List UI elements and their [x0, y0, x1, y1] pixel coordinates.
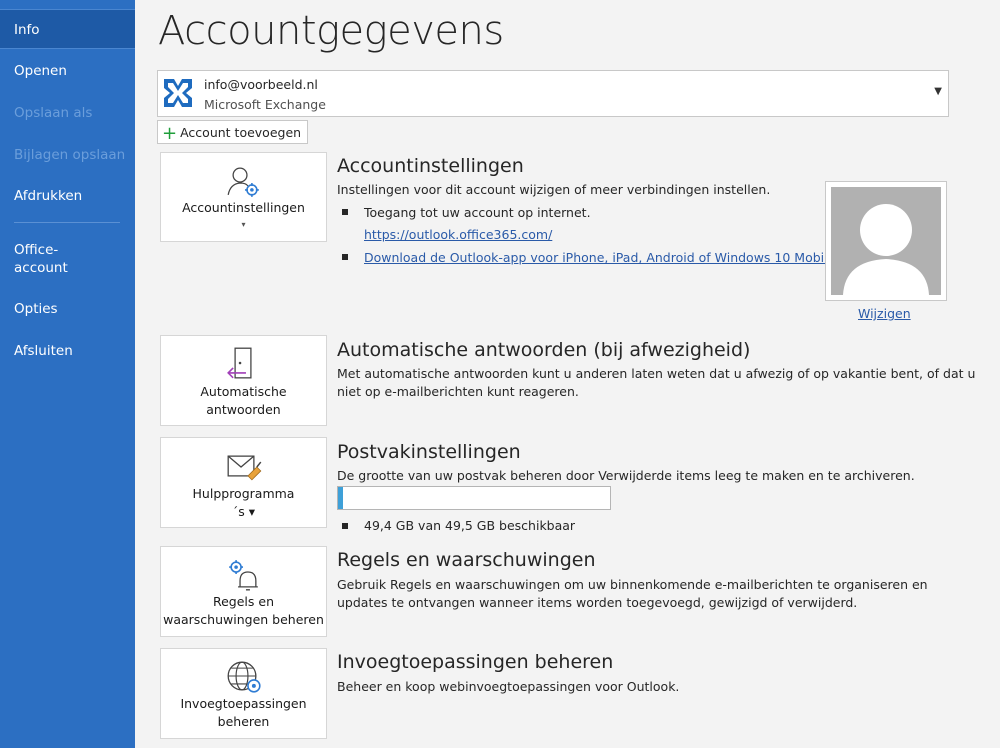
- auto-reply-label-2: antwoorden: [206, 402, 281, 417]
- mailbox-tools-label-2: ´s ▾: [231, 504, 255, 519]
- download-app-link[interactable]: Download de Outlook-app voor iPhone, iPa…: [364, 249, 839, 267]
- account-type: Microsoft Exchange: [204, 97, 326, 112]
- rules-alerts-button[interactable]: Regels en waarschuwingen beheren: [160, 546, 327, 637]
- account-email: info@voorbeeld.nl: [204, 77, 318, 92]
- change-photo-link[interactable]: Wijzigen: [858, 306, 911, 321]
- rules-desc-2: updates te ontvangen wanneer items worde…: [337, 595, 858, 610]
- nav-openen[interactable]: Openen: [0, 62, 135, 80]
- rules-desc-1: Gebruik Regels en waarschuwingen om uw b…: [337, 577, 928, 592]
- nav-opties[interactable]: Opties: [0, 300, 135, 318]
- outlook-web-link[interactable]: https://outlook.office365.com/: [364, 226, 552, 244]
- nav-afdrukken[interactable]: Afdrukken: [0, 187, 135, 205]
- rules-label-2: waarschuwingen beheren: [163, 612, 324, 627]
- main-content: Accountgegevens info@voorbeeld.nl Micros…: [135, 0, 1000, 748]
- mailbox-tools-label-1: Hulpprogramma: [192, 486, 295, 501]
- bullet: [342, 523, 348, 529]
- addins-desc: Beheer en koop webinvoegtoepassingen voo…: [337, 679, 680, 694]
- account-settings-icon: [227, 167, 259, 197]
- out-of-office-icon: [227, 347, 252, 379]
- mailbox-usage-bar: [337, 486, 611, 510]
- mailbox-tools-button[interactable]: Hulpprogramma ´s ▾: [160, 437, 327, 528]
- rules-label-1: Regels en: [212, 594, 274, 609]
- bullet: [342, 254, 348, 260]
- account-settings-button[interactable]: Accountinstellingen ▾: [160, 152, 327, 242]
- page-title: Accountgegevens: [158, 8, 504, 54]
- chevron-down-icon[interactable]: ▼: [934, 86, 942, 97]
- mailbox-usage-text: 49,4 GB van 49,5 GB beschikbaar: [364, 518, 576, 533]
- nav-opslaan-als: Opslaan als: [14, 105, 93, 121]
- plus-icon: +: [162, 123, 178, 144]
- auto-reply-title: Automatische antwoorden (bij afwezigheid…: [337, 339, 751, 361]
- auto-reply-desc-1: Met automatische antwoorden kunt u ander…: [337, 366, 976, 381]
- manage-addins-button[interactable]: Invoegtoepassingen beheren: [160, 648, 327, 739]
- rules-title: Regels en waarschuwingen: [337, 549, 596, 571]
- auto-reply-desc-2: niet op e-mailberichten kunt reageren.: [337, 384, 579, 399]
- auto-reply-button[interactable]: Automatische antwoorden: [160, 335, 327, 426]
- mailbox-usage-fill: [338, 487, 344, 509]
- account-selector[interactable]: info@voorbeeld.nl Microsoft Exchange ▼: [157, 70, 949, 117]
- backstage-sidebar: Info Openen Opslaan als Bijlagen opslaan…: [0, 0, 135, 748]
- nav-bijlagen-opslaan: Bijlagen opslaan: [14, 147, 126, 163]
- mailbox-title: Postvakinstellingen: [337, 441, 521, 463]
- nav-office-account[interactable]: Office- account: [0, 241, 135, 277]
- rules-alerts-icon: [229, 560, 258, 591]
- mailbox-desc: De grootte van uw postvak beheren door V…: [337, 468, 915, 483]
- account-settings-title: Accountinstellingen: [337, 155, 524, 177]
- avatar-placeholder-icon: [831, 187, 941, 295]
- addins-label-2: beheren: [217, 714, 270, 729]
- globe-settings-icon: [227, 661, 261, 693]
- addins-label-1: Invoegtoepassingen: [180, 696, 307, 711]
- add-account-button[interactable]: + Account toevoegen: [157, 120, 309, 144]
- account-settings-desc: Instellingen voor dit account wijzigen o…: [337, 182, 771, 197]
- nav-info[interactable]: Info: [0, 9, 135, 49]
- chevron-down-icon: ▾: [241, 220, 246, 229]
- web-access-text: Toegang tot uw account op internet.: [364, 205, 591, 220]
- profile-photo: [825, 181, 947, 301]
- nav-separator: [14, 222, 120, 223]
- account-settings-label: Accountinstellingen: [182, 200, 305, 215]
- exchange-icon: [162, 76, 194, 110]
- bullet: [342, 209, 348, 215]
- mailbox-cleanup-icon: [227, 455, 262, 481]
- auto-reply-label-1: Automatische: [200, 384, 287, 399]
- nav-afsluiten[interactable]: Afsluiten: [0, 342, 135, 360]
- addins-title: Invoegtoepassingen beheren: [337, 651, 614, 673]
